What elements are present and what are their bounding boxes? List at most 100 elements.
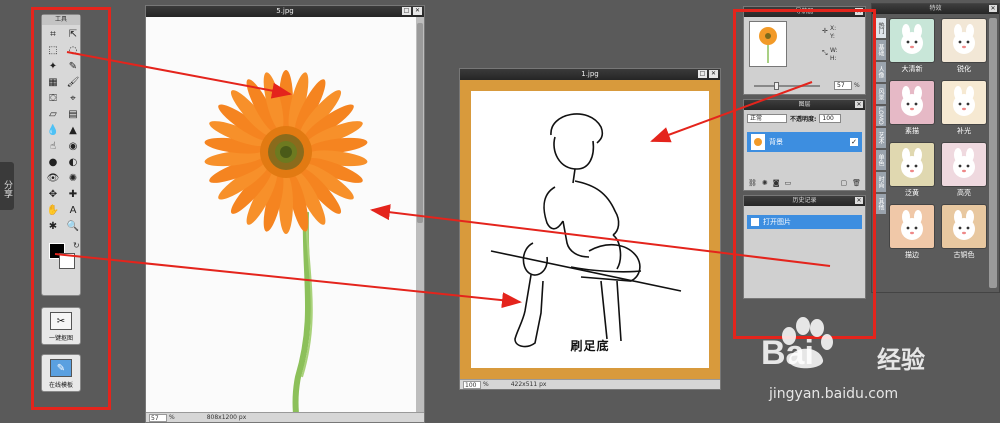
flower-image: [204, 70, 368, 412]
sparkle-icon[interactable]: ✱: [45, 220, 61, 234]
new-layer-icon[interactable]: ▢: [840, 179, 847, 187]
close-icon[interactable]: ✕: [413, 7, 422, 15]
one-click-cutout-button[interactable]: ✂ 一键抠图: [41, 307, 81, 345]
zoom-field[interactable]: 57: [149, 413, 167, 422]
effect-preview-bunny-icon: [941, 142, 987, 187]
effect-label: 锐化: [957, 65, 971, 73]
dodge-icon[interactable]: ●: [45, 156, 61, 170]
effects-tab-6[interactable]: 单色: [874, 150, 886, 170]
crop-icon[interactable]: ⌗: [45, 28, 61, 42]
effect-item[interactable]: 锐化: [940, 18, 988, 74]
effects-panel: 特效 ✕ 热门 基础 人像 风景 LOMO 艺术 单色 时尚 其他 大清新 锐化素描 补光泛黄 高亮描边…: [871, 3, 1000, 293]
smudge-icon[interactable]: ☝: [45, 140, 61, 154]
marquee-icon[interactable]: ⬚: [45, 44, 61, 58]
toolbox-panel: 工具 ⌗ ⇱ ⬚ ◌ ✦ ✎ ▦ 🖌 ⛋ ⌖ ▱ ▤ 💧 ▲ ☝ ◉ ● ◐ 👁 ✺ ✥ ✚ ✋ A ✱ 🔍 ↻: [41, 14, 81, 296]
navigator-title: 导航器 ✕: [744, 7, 865, 17]
effects-tab-2[interactable]: 人像: [874, 62, 886, 82]
effect-item[interactable]: 描边: [888, 204, 936, 260]
clone-stamp-icon[interactable]: ⛋: [45, 92, 61, 106]
window-status-bar: 100 % 422x511 px: [460, 379, 720, 389]
type-icon[interactable]: A: [65, 204, 81, 218]
image-window-sketch: 1.jpg □ ✕ 刷足底 100 % 422x511 px: [459, 68, 721, 390]
gradient-icon[interactable]: ▦: [45, 76, 61, 90]
spot-heal-icon[interactable]: ✚: [65, 188, 81, 202]
link-layer-icon[interactable]: ⛓: [748, 179, 757, 187]
color-swatches: ↻: [45, 241, 80, 273]
hand-icon[interactable]: ✋: [45, 204, 61, 218]
layer-style-icon[interactable]: ✺: [762, 179, 768, 187]
zoom-unit: %: [169, 414, 175, 421]
effects-tab-4[interactable]: LOMO: [874, 106, 886, 126]
image-window-flower: 5.jpg □ ✕ 57 % 808x1200 px: [145, 5, 425, 423]
zoom-field[interactable]: 100: [463, 380, 481, 389]
window-status-bar: 57 % 808x1200 px: [146, 412, 424, 422]
mask-icon[interactable]: ◙: [773, 179, 780, 187]
red-eye-icon[interactable]: 👁: [45, 172, 61, 186]
effect-item[interactable]: 素描: [888, 80, 936, 136]
effect-item[interactable]: 补光: [940, 80, 988, 136]
layer-visibility-checkbox[interactable]: ✓: [850, 138, 858, 146]
eyedropper-icon[interactable]: ⌖: [65, 92, 81, 106]
effect-label: 补光: [957, 127, 971, 135]
image-canvas-flower[interactable]: [146, 17, 416, 412]
effect-item[interactable]: 大清新: [888, 18, 936, 74]
effect-item[interactable]: 高亮: [940, 142, 988, 198]
navigator-thumbnail[interactable]: [749, 21, 787, 67]
effects-scrollbar[interactable]: [989, 18, 997, 288]
eraser-icon[interactable]: ▱: [45, 108, 61, 122]
one-click-cutout-label: 一键抠图: [48, 335, 73, 342]
delete-layer-icon[interactable]: 🗑: [852, 179, 861, 187]
navigator-flower-icon: [759, 27, 777, 63]
vertical-scrollbar[interactable]: [416, 17, 424, 412]
panel-close-icon[interactable]: ✕: [855, 8, 863, 15]
share-tab[interactable]: 分享: [0, 162, 14, 210]
effect-item[interactable]: 泛黄: [888, 142, 936, 198]
move-icon[interactable]: ⇱: [65, 28, 81, 42]
blur-icon[interactable]: 💧: [45, 124, 61, 138]
effects-tab-3[interactable]: 风景: [874, 84, 886, 104]
navigator-zoom-field[interactable]: 57: [834, 81, 852, 90]
window-title: 5.jpg □ ✕: [146, 6, 424, 17]
bloat-icon[interactable]: ✺: [65, 172, 81, 186]
effects-tab-8[interactable]: 其他: [874, 194, 886, 214]
lasso-icon[interactable]: ◌: [65, 44, 81, 58]
online-template-button[interactable]: ✎ 在线模板: [41, 354, 81, 392]
close-icon[interactable]: ✕: [709, 70, 718, 78]
brush-icon[interactable]: 🖌: [65, 76, 81, 90]
opacity-field[interactable]: 100: [819, 114, 842, 123]
history-item[interactable]: 打开图片: [747, 215, 862, 229]
effect-item[interactable]: 古铜色: [940, 204, 988, 260]
effects-tab-1[interactable]: 基础: [874, 40, 886, 60]
effect-label: 描边: [905, 251, 919, 259]
burn-icon[interactable]: ◐: [65, 156, 81, 170]
effects-tab-7[interactable]: 时尚: [874, 172, 886, 192]
sharpen-icon[interactable]: ▲: [65, 124, 81, 138]
navigator-zoom-unit: %: [854, 82, 860, 89]
zoom-icon[interactable]: 🔍: [65, 220, 81, 234]
maximize-icon[interactable]: □: [402, 7, 411, 15]
sponge-icon[interactable]: ◉: [65, 140, 81, 154]
maximize-icon[interactable]: □: [698, 70, 707, 78]
sketch-caption: 刷足底: [570, 339, 610, 353]
effects-tab-5[interactable]: 艺术: [874, 128, 886, 148]
text-icon[interactable]: ▤: [65, 108, 81, 122]
folder-icon[interactable]: ▭: [785, 179, 792, 187]
pencil-icon[interactable]: ✎: [65, 60, 81, 74]
background-color-swatch[interactable]: [59, 253, 75, 269]
effects-title: 特效 ✕: [872, 4, 999, 14]
panel-close-icon[interactable]: ✕: [989, 5, 997, 12]
magic-wand-icon[interactable]: ✦: [45, 60, 61, 74]
panel-close-icon[interactable]: ✕: [855, 197, 863, 204]
effect-label: 泛黄: [905, 189, 919, 197]
blend-mode-select[interactable]: 正常: [747, 114, 787, 123]
width-label: W:: [830, 47, 838, 54]
pinch-icon[interactable]: ✥: [45, 188, 61, 202]
layer-row-background[interactable]: 背景 ✓: [747, 132, 862, 152]
effects-tab-0[interactable]: 热门: [874, 18, 886, 38]
panel-close-icon[interactable]: ✕: [855, 101, 863, 108]
image-canvas-sketch[interactable]: 刷足底: [460, 80, 720, 379]
swap-colors-icon[interactable]: ↻: [73, 241, 80, 250]
navigator-zoom-slider[interactable]: [754, 82, 820, 90]
window-title: 1.jpg □ ✕: [460, 69, 720, 80]
effects-grid: 大清新 锐化素描 补光泛黄 高亮描边 古铜色: [888, 18, 988, 260]
